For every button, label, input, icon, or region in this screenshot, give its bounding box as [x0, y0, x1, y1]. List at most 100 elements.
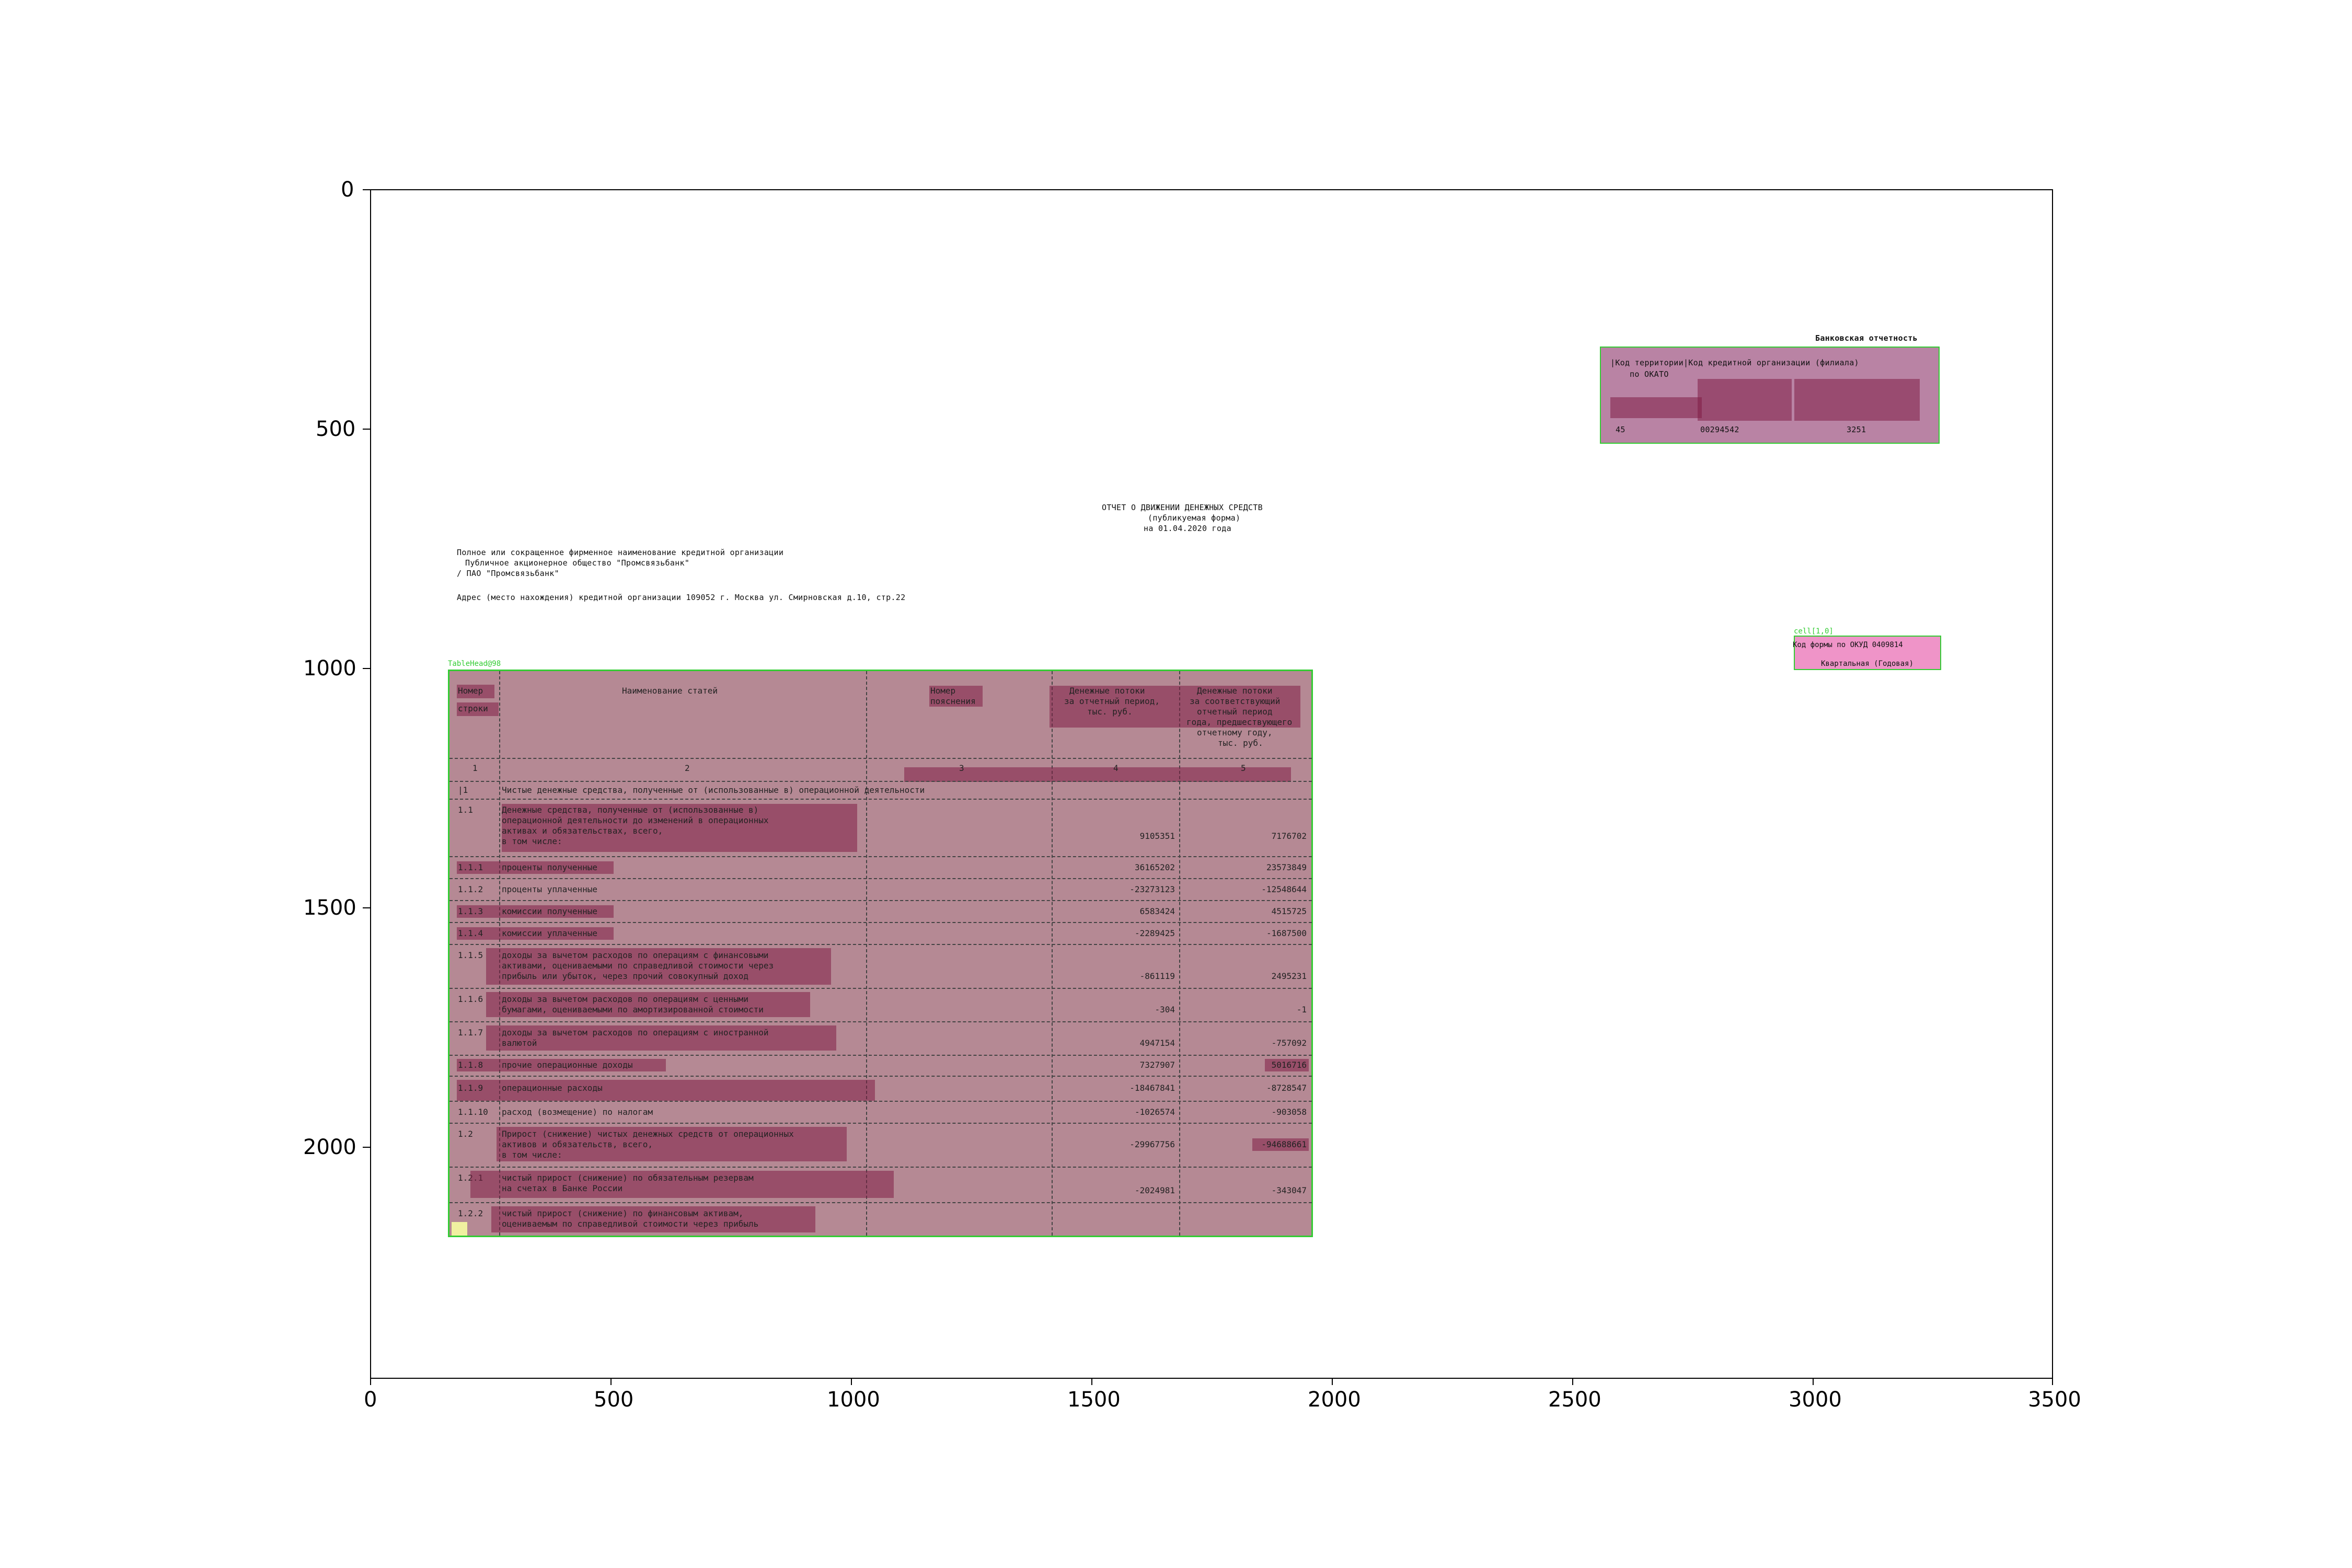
x-tick-mark: [610, 1378, 612, 1385]
cash-flow-table: Номер строки Наименование статей Номер п…: [448, 670, 1313, 1237]
row-prev: -94688661: [1261, 1139, 1307, 1149]
x-tick-label: 500: [594, 1388, 634, 1412]
reg-value: 00294542: [1700, 425, 1739, 434]
row-cur: 6583424: [1139, 906, 1175, 916]
row-prev: 5016716: [1271, 1060, 1307, 1070]
x-tick-label: 2000: [1308, 1388, 1361, 1412]
head-name: Наименование статей: [622, 686, 718, 696]
y-tick-mark: [363, 1147, 370, 1148]
row-num: 1.1: [458, 805, 473, 815]
y-tick-label: 1000: [303, 656, 356, 681]
reg-num: 3251: [1847, 425, 1866, 434]
head-note2: пояснения: [930, 696, 976, 706]
row-name: чистый прирост (снижение) по финансовым …: [502, 1208, 744, 1218]
row-num: 1.1.5: [458, 950, 483, 960]
y-tick-label: 2000: [303, 1135, 356, 1159]
col-num: 3: [959, 763, 964, 773]
row-prev: -757092: [1271, 1038, 1307, 1048]
x-tick-mark: [1091, 1378, 1092, 1385]
head-num: Номер: [458, 686, 483, 696]
x-tick-label: 3500: [2028, 1388, 2081, 1412]
row-cur: -29967756: [1129, 1139, 1175, 1149]
row-name: в том числе:: [502, 1150, 562, 1160]
row-cur: -23273123: [1129, 884, 1175, 894]
col-num: 2: [685, 763, 690, 773]
row-name: прибыль или убыток, через прочий совокуп…: [502, 971, 749, 981]
row-name: бумагами, оцениваемыми по амортизированн…: [502, 1005, 764, 1014]
row-divider: [449, 988, 1312, 989]
col-num: 4: [1113, 763, 1119, 773]
row-cur: -1026574: [1134, 1107, 1175, 1117]
row-num: 1.1.2: [458, 884, 483, 894]
report-subtitle: (публикуемая форма): [1148, 513, 1241, 523]
row-cur: 4947154: [1139, 1038, 1175, 1048]
row-name: оцениваемым по справедливой стоимости че…: [502, 1219, 759, 1229]
row-name: расход (возмещение) по налогам: [502, 1107, 653, 1117]
row-name: Денежные средства, полученные от (исполь…: [502, 805, 759, 815]
row-cur: -2024981: [1134, 1185, 1175, 1195]
row-prev: -343047: [1271, 1185, 1307, 1195]
row-cur: -18467841: [1129, 1083, 1175, 1093]
row-name: активах и обязательствах, всего,: [502, 826, 663, 836]
row-name: Прирост (снижение) чистых денежных средс…: [502, 1129, 794, 1139]
head-prev4: года, предшествующего: [1186, 717, 1293, 727]
row-divider: [449, 758, 1312, 759]
row-num: 1.1.1: [458, 862, 483, 872]
row-divider: [449, 1076, 1312, 1077]
row-divider: [449, 1202, 1312, 1203]
x-tick-mark: [2052, 1378, 2053, 1385]
row-prev: -1687500: [1266, 928, 1307, 938]
org-address: Адрес (место нахождения) кредитной орган…: [457, 593, 906, 602]
row-cur: 36165202: [1134, 862, 1175, 872]
row-divider: [449, 799, 1312, 800]
col-divider: [866, 671, 867, 1236]
row-num: 1.1.3: [458, 906, 483, 916]
y-tick-label: 500: [316, 417, 356, 441]
head-prev: Денежные потоки: [1197, 686, 1273, 696]
row-num: 1.1.7: [458, 1028, 483, 1037]
row-divider: [449, 1123, 1312, 1124]
row-name: активами, оцениваемыми по справедливой с…: [502, 961, 774, 971]
head-prev3: отчетный период: [1197, 707, 1273, 717]
row-divider: [449, 1167, 1312, 1168]
y-tick-label: 1500: [303, 896, 356, 920]
row-prev: -12548644: [1261, 884, 1307, 894]
x-tick-label: 2500: [1548, 1388, 1601, 1412]
y-tick-label: 0: [341, 178, 354, 202]
row-num: 1.1.9: [458, 1083, 483, 1093]
row-divider: [449, 922, 1312, 923]
col-divider: [1052, 671, 1053, 1236]
table-annotation-label: TableHead@98: [448, 660, 501, 668]
org-short-name: / ПАО "Промсвязьбанк": [457, 569, 559, 578]
org-name-label: Полное или сокращенное фирменное наимено…: [457, 548, 784, 557]
x-tick-mark: [1572, 1378, 1573, 1385]
row-name: комиссии уплаченные: [502, 928, 598, 938]
corner-marker: [452, 1222, 467, 1236]
row-divider: [449, 856, 1312, 857]
row-name: валютой: [502, 1038, 537, 1048]
section-title: Чистые денежные средства, полученные от …: [502, 785, 925, 795]
row-num: 1.1.6: [458, 994, 483, 1004]
form-annotation-label: cell[1,0]: [1794, 627, 1834, 636]
x-tick-mark: [851, 1378, 852, 1385]
row-name: проценты полученные: [502, 862, 598, 872]
org-full-name: Публичное акционерное общество "Промсвяз…: [465, 558, 690, 568]
head-prev2: за соответствующий: [1190, 696, 1281, 706]
row-prev: 7176702: [1271, 831, 1307, 841]
head-note: Номер: [930, 686, 956, 696]
row-cur: 7327907: [1139, 1060, 1175, 1070]
row-name: чистый прирост (снижение) по обязательны…: [502, 1173, 754, 1183]
head-cur3: тыс. руб.: [1087, 707, 1133, 717]
row-num: 1.2.2: [458, 1208, 483, 1218]
x-tick-label: 0: [364, 1388, 377, 1412]
form-code-label: Код формы по ОКУД 0409814: [1793, 641, 1903, 649]
code-territory-label: |Код территории|Код кредитной организаци…: [1610, 358, 1859, 367]
row-prev: 2495231: [1271, 971, 1307, 981]
row-name: в том числе:: [502, 836, 562, 846]
row-divider: [449, 1021, 1312, 1022]
row-name: комиссии полученные: [502, 906, 598, 916]
row-name: операционной деятельности до изменений в…: [502, 815, 769, 825]
section-num: |1: [458, 785, 468, 795]
row-name: доходы за вычетом расходов по операциям …: [502, 950, 769, 960]
col-num: 5: [1241, 763, 1246, 773]
